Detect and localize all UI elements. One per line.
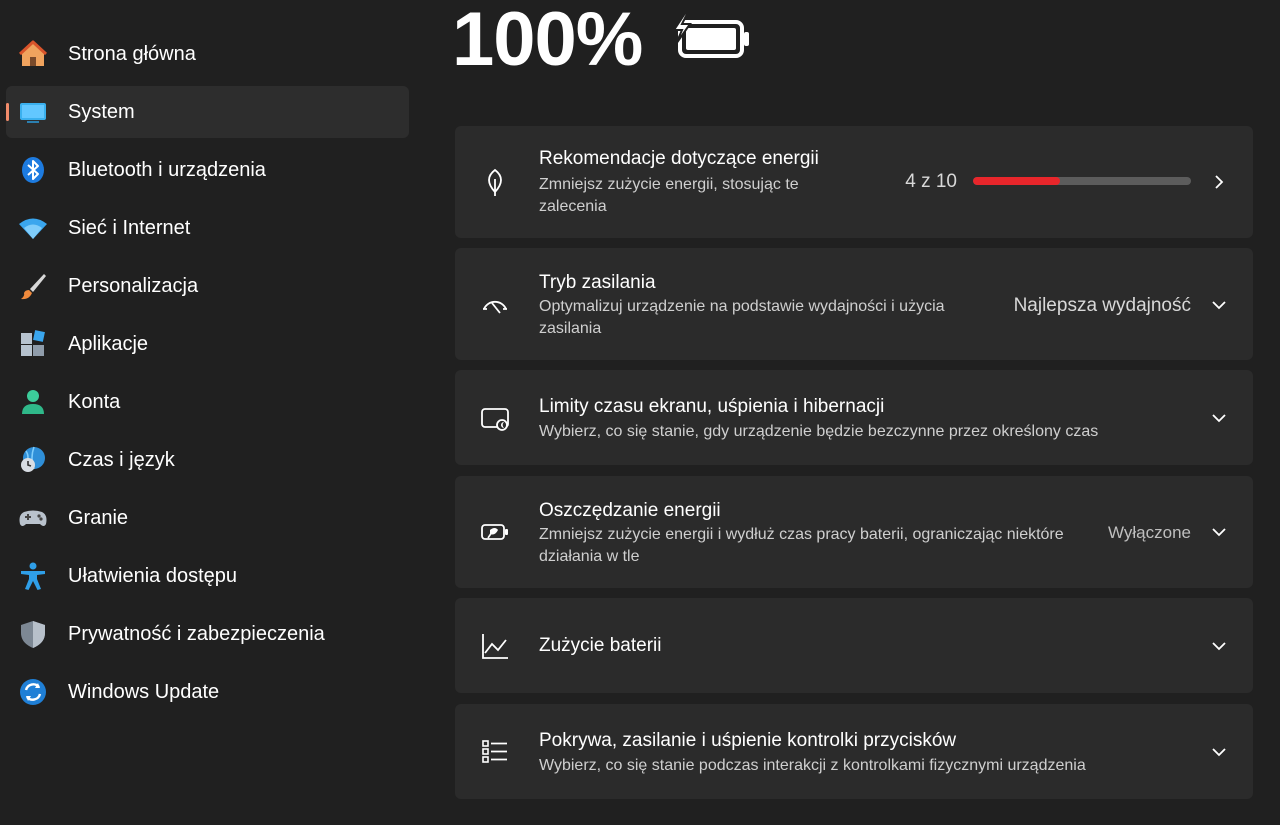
- sidebar-item-label: Ułatwienia dostępu: [68, 565, 237, 587]
- sidebar-item-label: Bluetooth i urządzenia: [68, 159, 266, 181]
- list-icon: [479, 736, 511, 768]
- sidebar-item-label: Prywatność i zabezpieczenia: [68, 623, 325, 645]
- sidebar-item-label: Windows Update: [68, 681, 220, 703]
- chevron-down-icon: [1207, 406, 1231, 430]
- update-icon: [18, 677, 48, 707]
- card-description: Wybierz, co się stanie podczas interakcj…: [539, 757, 1086, 774]
- sidebar-item-label: Sieć i Internet: [68, 217, 191, 239]
- sidebar-item-accessibility[interactable]: Ułatwienia dostępu: [6, 550, 409, 602]
- card-description: Optymalizuj urządzenie na podstawie wyda…: [539, 298, 945, 337]
- card-title: Tryb zasilania: [539, 272, 656, 293]
- battery-charging-icon: [668, 10, 752, 64]
- person-icon: [18, 387, 48, 417]
- shield-icon: [18, 619, 48, 649]
- sidebar-nav: Strona główna System Bluetooth i urządze: [0, 0, 420, 825]
- battery-percentage: 100%: [452, 0, 643, 82]
- sidebar-item-accounts[interactable]: Konta: [6, 376, 409, 428]
- apps-icon: [18, 329, 48, 359]
- chevron-down-icon: [1207, 520, 1231, 544]
- chevron-right-icon: [1207, 170, 1231, 194]
- gamepad-icon: [18, 503, 48, 533]
- chevron-down-icon: [1207, 740, 1231, 764]
- sidebar-item-home[interactable]: Strona główna: [6, 28, 409, 80]
- sidebar-item-system[interactable]: System: [6, 86, 409, 138]
- card-description: Zmniejsz zużycie energii i wydłuż czas p…: [539, 526, 1064, 565]
- energy-saver-status[interactable]: Wyłączone: [1108, 523, 1191, 543]
- sidebar-item-label: Strona główna: [68, 43, 196, 65]
- sidebar-item-network[interactable]: Sieć i Internet: [6, 202, 409, 254]
- power-mode-dropdown[interactable]: Najlepsza wydajność: [1014, 295, 1191, 317]
- recommendations-progress-bar: [973, 177, 1191, 185]
- card-title: Pokrywa, zasilanie i uśpienie kontrolki …: [539, 730, 957, 751]
- sidebar-item-label: Personalizacja: [68, 275, 199, 297]
- recommendations-count: 4 z 10: [905, 171, 957, 192]
- sidebar-item-label: Czas i język: [68, 449, 175, 471]
- card-title: Rekomendacje dotyczące energii: [539, 148, 819, 169]
- screen-sleep-timeouts-card[interactable]: Limity czasu ekranu, uśpienia i hibernac…: [455, 370, 1253, 465]
- energy-saver-icon: [479, 516, 511, 548]
- card-title: Oszczędzanie energii: [539, 500, 721, 521]
- chevron-down-icon: [1207, 293, 1231, 317]
- sidebar-item-personalization[interactable]: Personalizacja: [6, 260, 409, 312]
- sidebar-item-label: System: [68, 101, 135, 123]
- brush-icon: [18, 271, 48, 301]
- sidebar-item-privacy[interactable]: Prywatność i zabezpieczenia: [6, 608, 409, 660]
- energy-recommendations-card[interactable]: Rekomendacje dotyczące energii Zmniejsz …: [455, 126, 1253, 238]
- sidebar-item-bluetooth[interactable]: Bluetooth i urządzenia: [6, 144, 409, 196]
- sidebar-item-gaming[interactable]: Granie: [6, 492, 409, 544]
- selection-indicator: [6, 103, 9, 121]
- card-title: Limity czasu ekranu, uśpienia i hibernac…: [539, 396, 885, 417]
- leaf-icon: [479, 166, 511, 198]
- card-title: Zużycie baterii: [539, 635, 662, 656]
- sidebar-item-time-language[interactable]: Czas i język: [6, 434, 409, 486]
- globe-clock-icon: [18, 445, 48, 475]
- sidebar-item-label: Aplikacje: [68, 333, 149, 355]
- accessibility-icon: [18, 561, 48, 591]
- progress-fill: [973, 177, 1061, 185]
- card-description: Zmniejsz zużycie energii, stosując te za…: [539, 176, 799, 215]
- settings-window: Strona główna System Bluetooth i urządze: [0, 0, 1280, 825]
- sidebar-item-apps[interactable]: Aplikacje: [6, 318, 409, 370]
- lid-power-buttons-card[interactable]: Pokrywa, zasilanie i uśpienie kontrolki …: [455, 704, 1253, 799]
- monitor-icon: [18, 97, 48, 127]
- bluetooth-icon: [18, 155, 48, 185]
- chevron-down-icon: [1207, 634, 1231, 658]
- chart-icon: [479, 630, 511, 662]
- sidebar-item-label: Konta: [68, 391, 121, 413]
- home-icon: [18, 39, 48, 69]
- energy-saver-card[interactable]: Oszczędzanie energii Zmniejsz zużycie en…: [455, 476, 1253, 588]
- card-description: Wybierz, co się stanie, gdy urządzenie b…: [539, 423, 1099, 440]
- screen-sleep-icon: [479, 402, 511, 434]
- sidebar-item-windows-update[interactable]: Windows Update: [6, 666, 409, 718]
- power-mode-card[interactable]: Tryb zasilania Optymalizuj urządzenie na…: [455, 248, 1253, 360]
- wifi-icon: [18, 213, 48, 243]
- battery-usage-card[interactable]: Zużycie baterii: [455, 598, 1253, 693]
- gauge-icon: [479, 288, 511, 320]
- sidebar-item-label: Granie: [68, 507, 129, 529]
